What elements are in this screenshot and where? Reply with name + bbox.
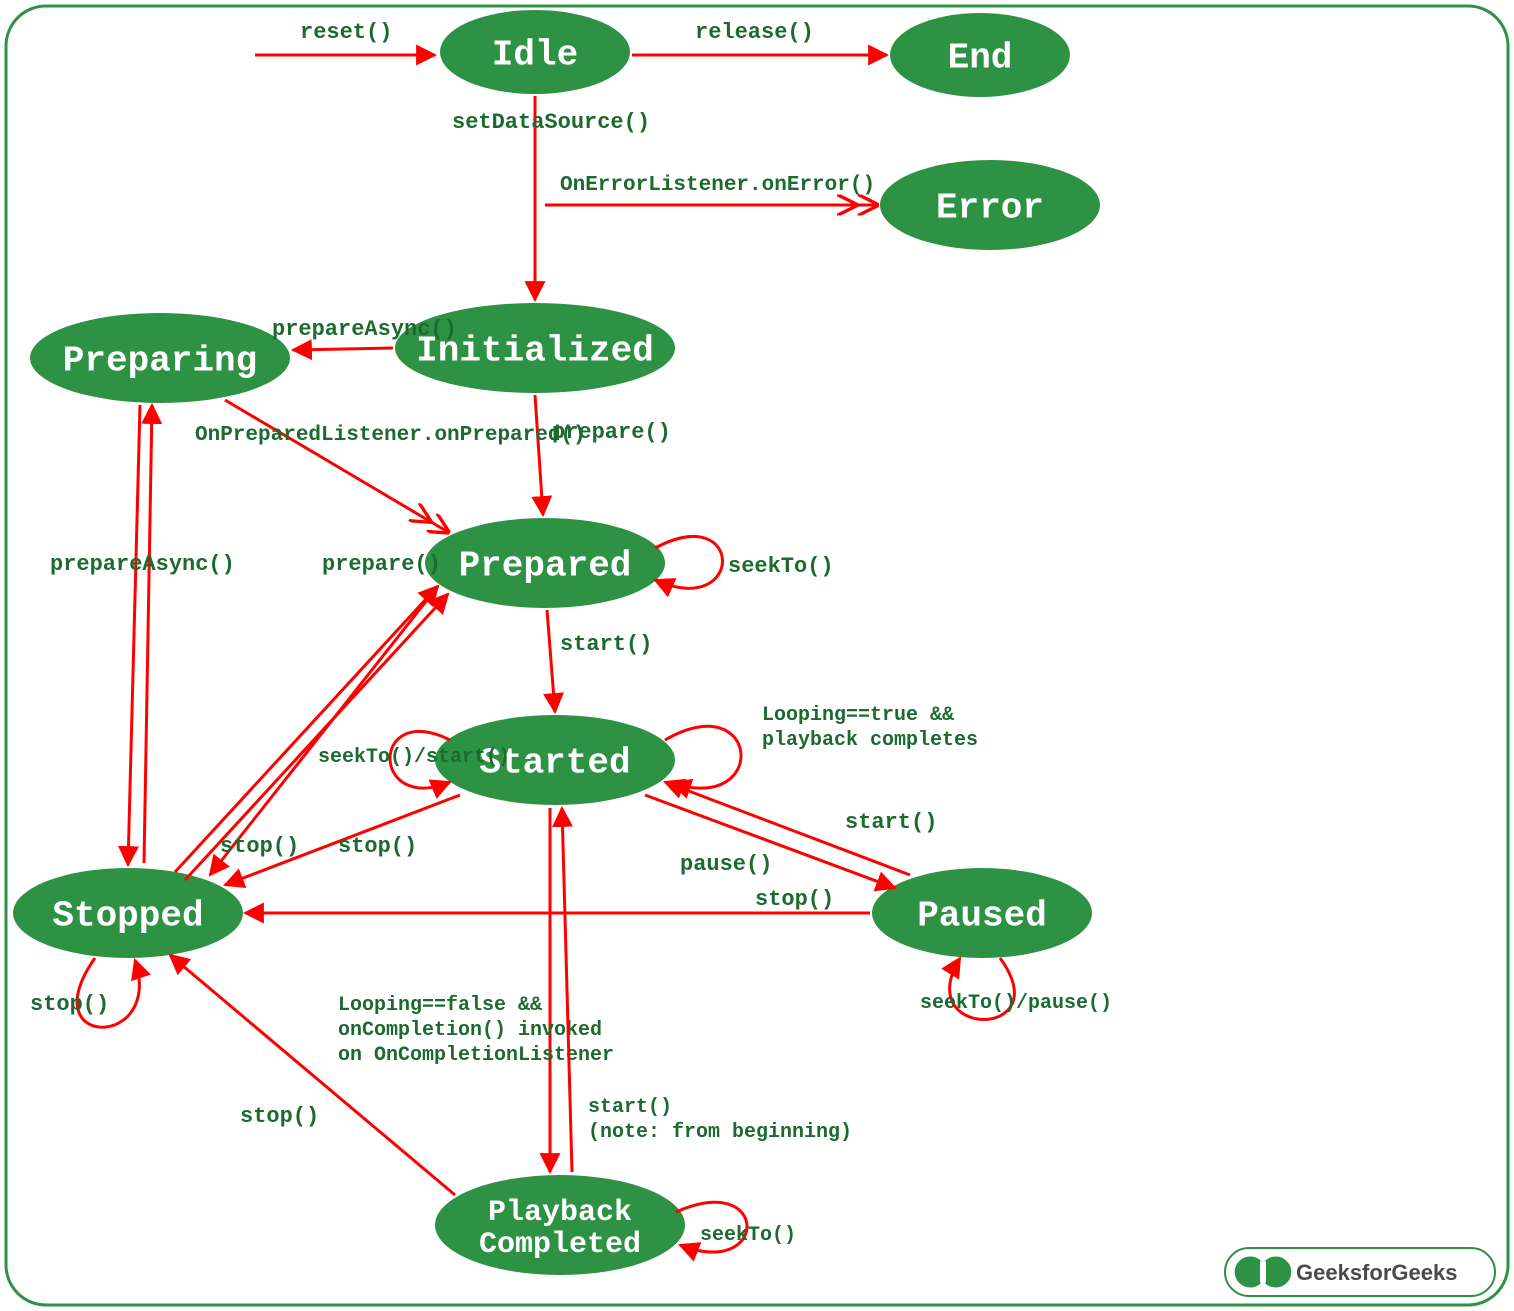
- svg-text:Preparing: Preparing: [63, 341, 257, 382]
- state-idle: Idle: [440, 10, 630, 94]
- edge-prepared-self: [655, 536, 723, 588]
- edge-prepared-stopped: [210, 590, 435, 875]
- state-end: End: [890, 13, 1070, 97]
- label-start-paused: start(): [845, 810, 937, 835]
- label-seekto-pc: seekTo(): [700, 1224, 796, 1247]
- label-release: release(): [695, 20, 814, 45]
- label-start-pc-l2: (note: from beginning): [588, 1121, 852, 1144]
- edge-preparing-stopped: [128, 405, 140, 865]
- label-seekto-start-started: seekTo()/start(): [318, 746, 510, 769]
- svg-text:End: End: [948, 38, 1013, 79]
- label-pause-started: pause(): [680, 852, 772, 877]
- label-onerror: OnErrorListener.onError(): [560, 174, 875, 197]
- attribution-badge: GeeksforGeeks: [1225, 1248, 1495, 1296]
- svg-text:Paused: Paused: [917, 896, 1047, 937]
- label-looping-true-l2: playback completes: [762, 729, 978, 752]
- edge-started-self-right: [665, 726, 741, 788]
- label-stop-stopped: stop(): [30, 992, 109, 1017]
- state-paused: Paused: [872, 868, 1092, 958]
- svg-text:Completed: Completed: [479, 1228, 641, 1262]
- label-seekto-pause-paused: seekTo()/pause(): [920, 992, 1112, 1015]
- label-start-prepared: start(): [560, 632, 652, 657]
- edge-init-prepared: [535, 395, 543, 515]
- label-setdatasource: setDataSource(): [452, 110, 650, 135]
- state-prepared: Prepared: [425, 518, 665, 608]
- label-seekto-prepared: seekTo(): [728, 554, 834, 579]
- label-stop-paused: stop(): [755, 887, 834, 912]
- svg-text:Prepared: Prepared: [459, 546, 632, 587]
- edge-prepared-started: [547, 610, 555, 712]
- label-looping-false-l2: onCompletion() invoked: [338, 1019, 602, 1042]
- label-reset: reset(): [300, 20, 392, 45]
- edge-init-preparing: [293, 348, 393, 350]
- edge-stopped-preparing: [144, 405, 152, 863]
- label-onprepared: OnPreparedListener.onPrepared(): [195, 424, 586, 447]
- attribution-text: GeeksforGeeks: [1296, 1260, 1457, 1285]
- state-preparing: Preparing: [30, 313, 290, 403]
- label-looping-false-l3: on OnCompletionListener: [338, 1044, 614, 1067]
- edge-preparing-prepared: [225, 400, 448, 532]
- label-stop-started: stop(): [338, 834, 417, 859]
- edge-pc-started: [562, 808, 572, 1172]
- svg-text:Idle: Idle: [492, 35, 578, 76]
- label-looping-false-l1: Looping==false &&: [338, 994, 542, 1017]
- state-error: Error: [880, 160, 1100, 250]
- label-prepare-stopped: prepare(): [322, 552, 441, 577]
- label-prepareasync-stopped: prepareAsync(): [50, 552, 235, 577]
- state-stopped: Stopped: [13, 868, 243, 958]
- label-prepareasync-init: prepareAsync(): [272, 317, 457, 342]
- edge-stopped-prepared-1: [175, 586, 438, 872]
- diagram-border: [6, 6, 1508, 1305]
- label-start-pc-l1: start(): [588, 1096, 672, 1119]
- svg-text:Playback: Playback: [488, 1196, 632, 1230]
- label-stop-pc: stop(): [240, 1104, 319, 1129]
- label-looping-true-l1: Looping==true &&: [762, 704, 954, 727]
- edge-pc-stopped: [170, 955, 455, 1195]
- svg-text:Stopped: Stopped: [52, 896, 203, 937]
- svg-text:Error: Error: [936, 188, 1044, 229]
- state-playback-completed: Playback Completed: [435, 1175, 685, 1275]
- label-stop-prepared: stop(): [220, 834, 299, 859]
